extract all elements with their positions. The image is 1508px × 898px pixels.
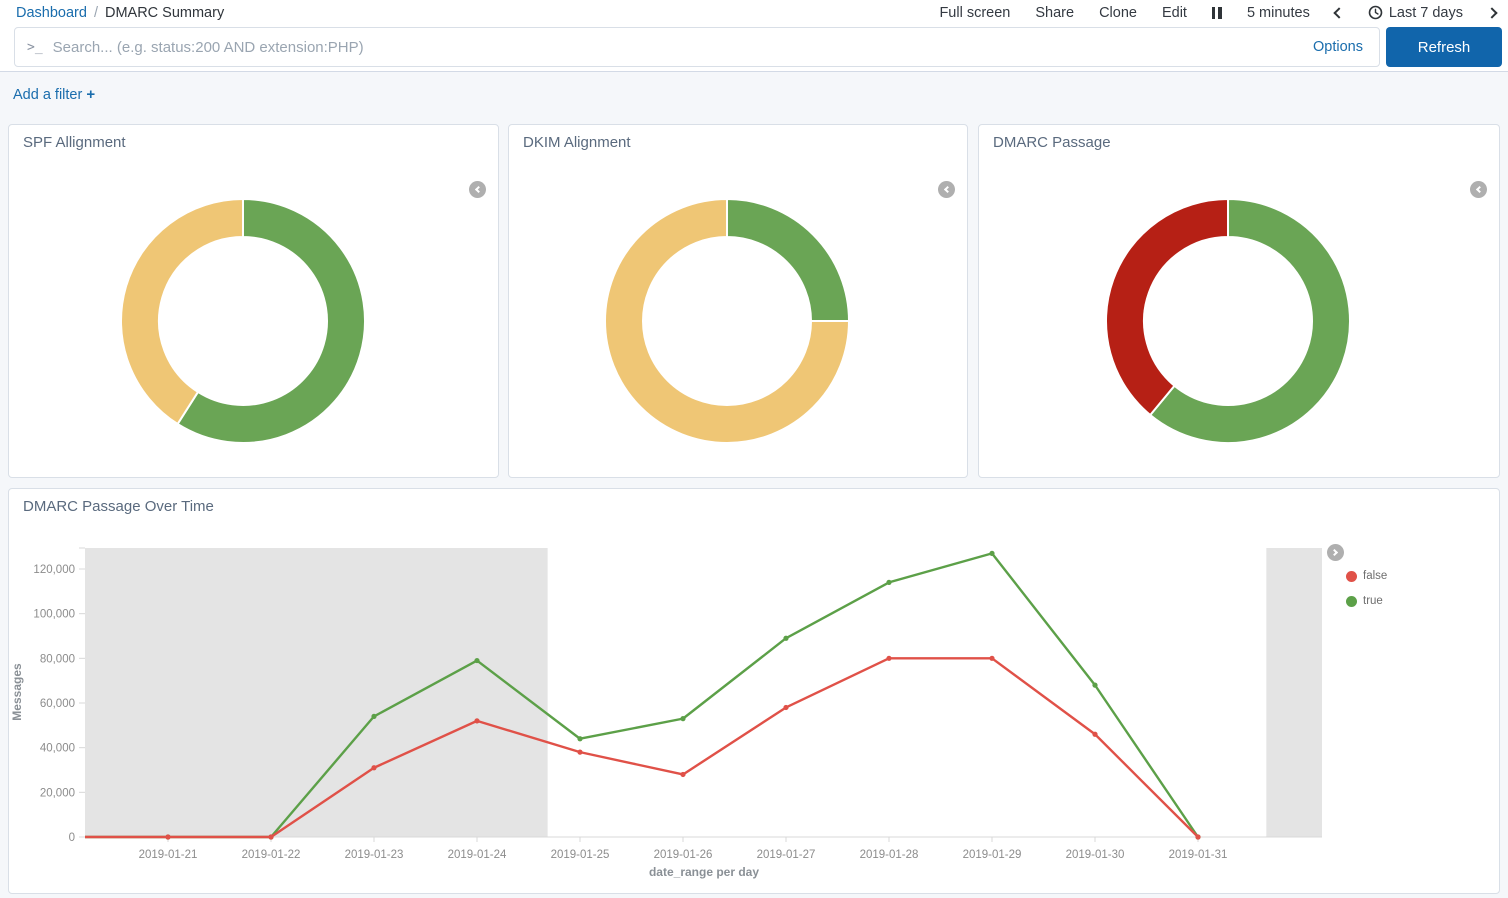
search-box[interactable]: >_ Options	[14, 27, 1380, 67]
time-range-picker[interactable]: Last 7 days	[1368, 5, 1463, 21]
chart-legend: false true	[1327, 544, 1387, 620]
svg-text:2019-01-25: 2019-01-25	[551, 849, 610, 861]
panel-dmarc-passage: DMARC Passage	[978, 124, 1500, 478]
svg-text:2019-01-30: 2019-01-30	[1066, 849, 1125, 861]
svg-text:2019-01-21: 2019-01-21	[139, 849, 198, 861]
svg-text:2019-01-23: 2019-01-23	[345, 849, 404, 861]
panel-dkim-alignment: DKIM Alignment	[508, 124, 968, 478]
time-range-label: Last 7 days	[1389, 5, 1463, 21]
panel-title: DKIM Alignment	[509, 125, 967, 151]
dashboard-body: Add a filter + SPF Allignment DKIM Align…	[0, 71, 1508, 898]
panel-dmarc-passage-over-time: 0 20,000 40,000 60,000 80,000 100,000 120,000 2…	[8, 488, 1500, 894]
y-axis-title: Messages	[10, 642, 24, 742]
clone-button[interactable]: Clone	[1099, 5, 1137, 21]
svg-text:0: 0	[69, 832, 75, 844]
svg-text:2019-01-27: 2019-01-27	[757, 849, 816, 861]
plus-icon: +	[86, 86, 95, 103]
legend-dot-true	[1346, 596, 1357, 607]
panel-title: DMARC Passage Over Time	[23, 498, 214, 515]
breadcrumb-dashboard-link[interactable]: Dashboard	[16, 5, 87, 21]
breadcrumb: Dashboard / DMARC Summary	[16, 5, 224, 21]
collapse-legend-chevron-left-icon[interactable]	[1470, 181, 1487, 198]
refresh-interval-button[interactable]: 5 minutes	[1247, 5, 1310, 21]
x-axis-title: date_range per day	[9, 865, 1399, 879]
search-row: >_ Options Refresh	[0, 25, 1508, 71]
pause-icon[interactable]	[1212, 7, 1222, 19]
fullscreen-button[interactable]: Full screen	[939, 5, 1010, 21]
svg-text:2019-01-28: 2019-01-28	[860, 849, 919, 861]
line-chart[interactable]: 0 20,000 40,000 60,000 80,000 100,000 120,000 2…	[9, 489, 1499, 893]
panel-title: DMARC Passage	[979, 125, 1499, 151]
terminal-prompt-icon: >_	[27, 40, 43, 55]
top-bar: Dashboard / DMARC Summary Full screen Sh…	[0, 0, 1508, 25]
time-forward-chevron-right-icon[interactable]	[1486, 7, 1497, 18]
svg-text:2019-01-31: 2019-01-31	[1169, 849, 1228, 861]
spf-donut-chart[interactable]	[118, 196, 368, 446]
legend-item-true[interactable]: true	[1346, 595, 1387, 607]
svg-text:80,000: 80,000	[40, 653, 75, 665]
top-menu: Full screen Share Clone Edit 5 minutes L…	[939, 5, 1496, 21]
panel-spf-alignment: SPF Allignment	[8, 124, 499, 478]
svg-text:2019-01-24: 2019-01-24	[448, 849, 507, 861]
clock-icon	[1368, 5, 1383, 20]
dmarc-donut-chart[interactable]	[1103, 196, 1353, 446]
collapse-legend-chevron-left-icon[interactable]	[938, 181, 955, 198]
refresh-button[interactable]: Refresh	[1386, 27, 1502, 67]
legend-item-false[interactable]: false	[1346, 570, 1387, 582]
breadcrumb-separator: /	[94, 5, 98, 21]
svg-text:20,000: 20,000	[40, 787, 75, 799]
add-filter-link[interactable]: Add a filter +	[13, 86, 95, 103]
expand-legend-chevron-right-icon[interactable]	[1327, 544, 1344, 561]
kibana-dashboard: Dashboard / DMARC Summary Full screen Sh…	[0, 0, 1508, 898]
options-link[interactable]: Options	[1313, 39, 1363, 55]
svg-text:2019-01-26: 2019-01-26	[654, 849, 713, 861]
svg-text:2019-01-29: 2019-01-29	[963, 849, 1022, 861]
dkim-donut-chart[interactable]	[602, 196, 852, 446]
svg-text:40,000: 40,000	[40, 743, 75, 755]
svg-text:120,000: 120,000	[33, 564, 75, 576]
time-back-chevron-left-icon[interactable]	[1333, 7, 1344, 18]
collapse-legend-chevron-left-icon[interactable]	[469, 181, 486, 198]
legend-label: false	[1363, 570, 1387, 582]
legend-dot-false	[1346, 571, 1357, 582]
legend-label: true	[1363, 595, 1383, 607]
svg-text:2019-01-22: 2019-01-22	[242, 849, 301, 861]
share-button[interactable]: Share	[1035, 5, 1074, 21]
edit-button[interactable]: Edit	[1162, 5, 1187, 21]
panel-title: SPF Allignment	[9, 125, 498, 151]
svg-text:100,000: 100,000	[33, 609, 75, 621]
search-input[interactable]	[53, 39, 1313, 56]
svg-text:60,000: 60,000	[40, 698, 75, 710]
page-title: DMARC Summary	[105, 5, 224, 21]
